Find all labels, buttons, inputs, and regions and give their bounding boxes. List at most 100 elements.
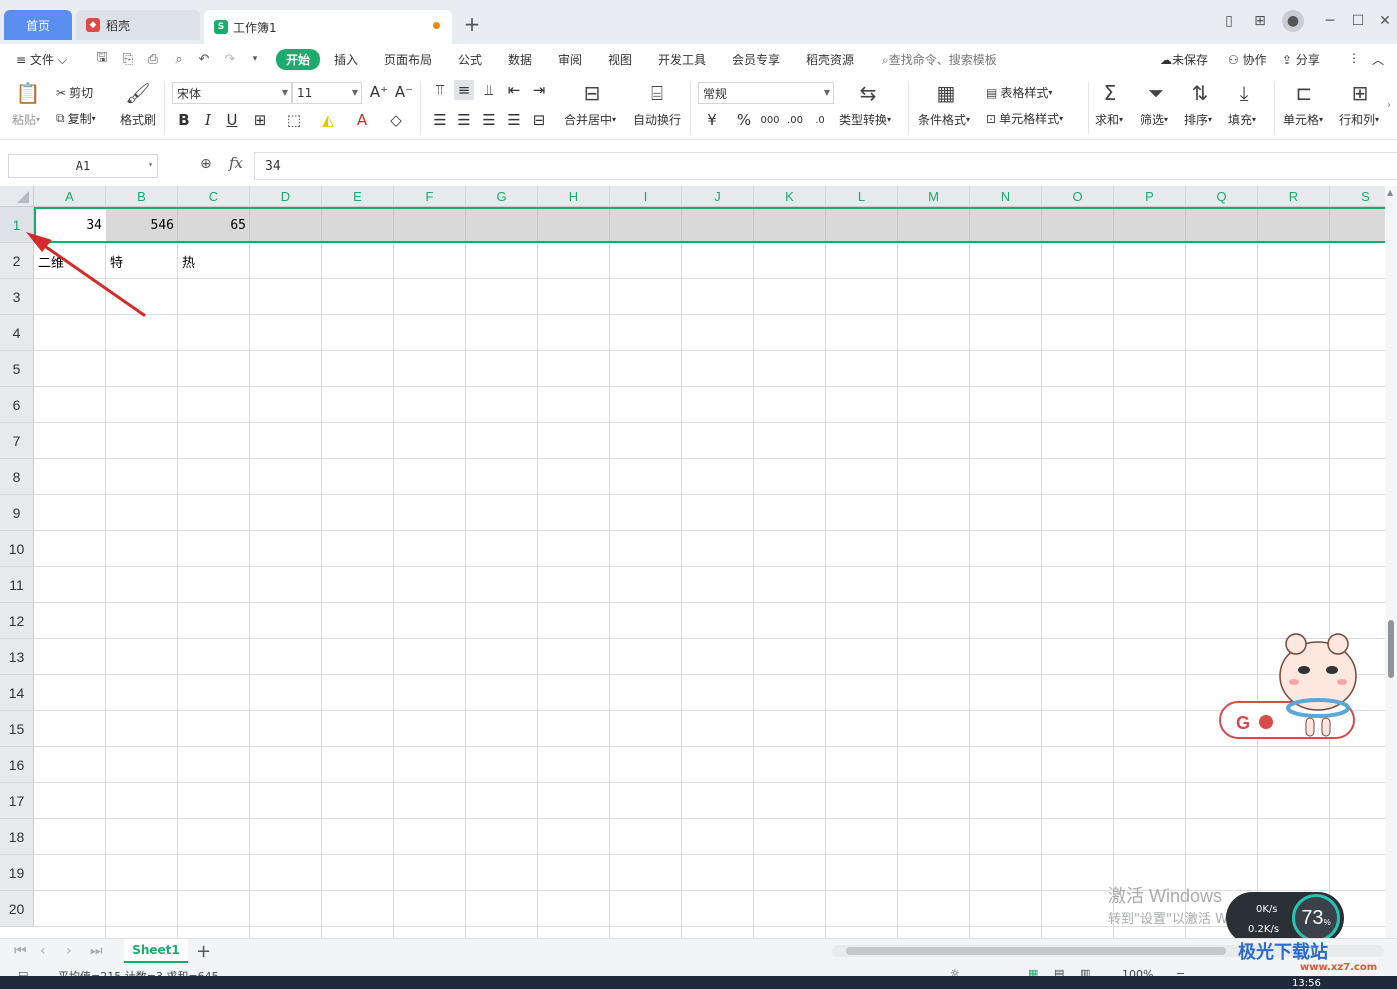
column-header-r[interactable]: R: [1258, 186, 1330, 207]
menu-formula[interactable]: 公式: [458, 51, 482, 68]
cell-icon[interactable]: ⊏: [1290, 80, 1318, 106]
fill-button[interactable]: 填充 ▾: [1228, 111, 1256, 128]
next-sheet-icon[interactable]: ›: [66, 943, 72, 959]
merge-center-button[interactable]: 合并居中 ▾: [564, 111, 616, 128]
cell-fill-pattern-icon[interactable]: ⬚: [284, 110, 304, 130]
conditional-format-icon[interactable]: ▦: [932, 80, 960, 106]
number-format-select[interactable]: 常规 ▼: [698, 82, 834, 104]
menu-review[interactable]: 审阅: [558, 51, 582, 68]
column-header-o[interactable]: O: [1042, 186, 1114, 207]
maximize-button[interactable]: ☐: [1347, 10, 1369, 32]
cell-button[interactable]: 单元格 ▾: [1283, 111, 1323, 128]
new-tab-button[interactable]: +: [460, 12, 484, 36]
undo-icon[interactable]: ↶: [196, 51, 212, 67]
menu-insert[interactable]: 插入: [334, 51, 358, 68]
row-header-4[interactable]: 4: [0, 315, 34, 351]
menu-data[interactable]: 数据: [508, 51, 532, 68]
menu-developer[interactable]: 开发工具: [658, 51, 706, 68]
menu-docer-resources[interactable]: 稻壳资源: [806, 51, 854, 68]
row-header-6[interactable]: 6: [0, 387, 34, 423]
italic-icon[interactable]: I: [198, 110, 218, 130]
vertical-scroll-thumb[interactable]: [1388, 620, 1394, 678]
row-header-13[interactable]: 13: [0, 639, 34, 675]
format-painter-button[interactable]: 格式刷: [120, 111, 156, 128]
row-col-button[interactable]: 行和列 ▾: [1339, 111, 1379, 128]
table-style-button[interactable]: ▤ 表格样式 ▾: [986, 84, 1052, 101]
column-header-b[interactable]: B: [106, 186, 178, 207]
align-top-icon[interactable]: ⫪: [430, 80, 450, 100]
fill-color-icon[interactable]: ◭: [318, 110, 338, 130]
row-header-10[interactable]: 10: [0, 531, 34, 567]
column-header-n[interactable]: N: [970, 186, 1042, 207]
tab-workbook[interactable]: S 工作簿1: [204, 10, 452, 44]
column-header-p[interactable]: P: [1114, 186, 1186, 207]
wrap-text-button[interactable]: 自动换行: [633, 111, 681, 128]
merge-center-icon[interactable]: ⊟: [578, 80, 606, 106]
currency-icon[interactable]: ¥: [702, 110, 722, 130]
cell-a2[interactable]: 二维: [34, 243, 106, 279]
sort-button[interactable]: 排序 ▾: [1184, 111, 1212, 128]
prev-sheet-icon[interactable]: ‹: [40, 943, 46, 959]
redo-icon[interactable]: ↷: [222, 51, 238, 67]
tab-docer[interactable]: ◆ 稻壳: [76, 10, 200, 40]
first-sheet-icon[interactable]: ⏮: [14, 943, 27, 959]
type-convert-button[interactable]: 类型转换 ▾: [839, 111, 891, 128]
fill-icon[interactable]: ⤓: [1230, 80, 1258, 106]
align-right-icon[interactable]: ☰: [479, 110, 499, 130]
sum-icon[interactable]: Σ: [1096, 80, 1124, 106]
menu-page-layout[interactable]: 页面布局: [384, 51, 432, 68]
zoom-formula-icon[interactable]: ⊕: [200, 156, 212, 172]
menu-file[interactable]: ≡ 文件 ⌵: [16, 51, 67, 68]
print-preview-icon[interactable]: ⌕: [171, 51, 187, 67]
sheet-tab-sheet1[interactable]: Sheet1: [124, 939, 188, 963]
underline-icon[interactable]: U: [222, 110, 242, 130]
filter-icon[interactable]: ⏷: [1142, 80, 1170, 106]
row-header-9[interactable]: 9: [0, 495, 34, 531]
row-header-15[interactable]: 15: [0, 711, 34, 747]
row-header-14[interactable]: 14: [0, 675, 34, 711]
row-header-11[interactable]: 11: [0, 567, 34, 603]
mascot-widget-icon[interactable]: G: [1218, 626, 1368, 746]
filter-button[interactable]: 筛选 ▾: [1140, 111, 1168, 128]
format-painter-icon[interactable]: 🖌: [124, 80, 152, 106]
row-header-20[interactable]: 20: [0, 891, 34, 927]
menu-start[interactable]: 开始: [276, 49, 321, 70]
spreadsheet-grid[interactable]: ABCDEFGHIJKLMNOPQRS 1 2 3 4 5 6 7 8 9 10 11 12 13 14 1…: [0, 186, 1385, 938]
font-size-select[interactable]: 11 ▼: [292, 82, 362, 104]
cloud-save-status[interactable]: ☁未保存: [1160, 51, 1208, 68]
column-header-e[interactable]: E: [322, 186, 394, 207]
row-header-3[interactable]: 3: [0, 279, 34, 315]
column-header-a[interactable]: A: [34, 186, 106, 207]
ribbon-scroll-right-icon[interactable]: ›: [1387, 100, 1391, 111]
decrease-indent-icon[interactable]: ⇤: [504, 80, 524, 100]
formula-input[interactable]: 34: [254, 152, 1397, 180]
cell-b1[interactable]: 546: [106, 207, 178, 243]
close-button[interactable]: ✕: [1374, 10, 1396, 32]
align-center-icon[interactable]: ☰: [454, 110, 474, 130]
select-all-button[interactable]: [0, 186, 34, 207]
align-middle-icon[interactable]: ≡: [454, 80, 474, 100]
increase-font-icon[interactable]: A⁺: [369, 82, 389, 102]
increase-indent-icon[interactable]: ⇥: [529, 80, 549, 100]
column-header-k[interactable]: K: [754, 186, 826, 207]
cell-b2[interactable]: 特: [106, 243, 178, 279]
sort-icon[interactable]: ⇅: [1186, 80, 1214, 106]
border-icon[interactable]: ⊞: [250, 110, 270, 130]
row-header-19[interactable]: 19: [0, 855, 34, 891]
percent-icon[interactable]: %: [734, 110, 754, 130]
avatar[interactable]: ●: [1282, 10, 1304, 32]
justify-icon[interactable]: ☰: [504, 110, 524, 130]
increase-decimal-icon[interactable]: .00: [785, 110, 805, 130]
menu-view[interactable]: 视图: [608, 51, 632, 68]
paste-icon[interactable]: 📋: [14, 80, 42, 106]
column-header-h[interactable]: H: [538, 186, 610, 207]
column-header-c[interactable]: C: [178, 186, 250, 207]
cell-area[interactable]: [34, 207, 1385, 938]
decrease-font-icon[interactable]: A⁻: [394, 82, 414, 102]
column-header-i[interactable]: I: [610, 186, 682, 207]
minimize-button[interactable]: ─: [1319, 10, 1341, 32]
quick-access-dropdown-icon[interactable]: ▾: [247, 51, 263, 67]
thousands-icon[interactable]: 000: [760, 110, 780, 130]
bold-icon[interactable]: B: [174, 110, 194, 130]
export-pdf-icon[interactable]: ⎘: [120, 51, 136, 67]
